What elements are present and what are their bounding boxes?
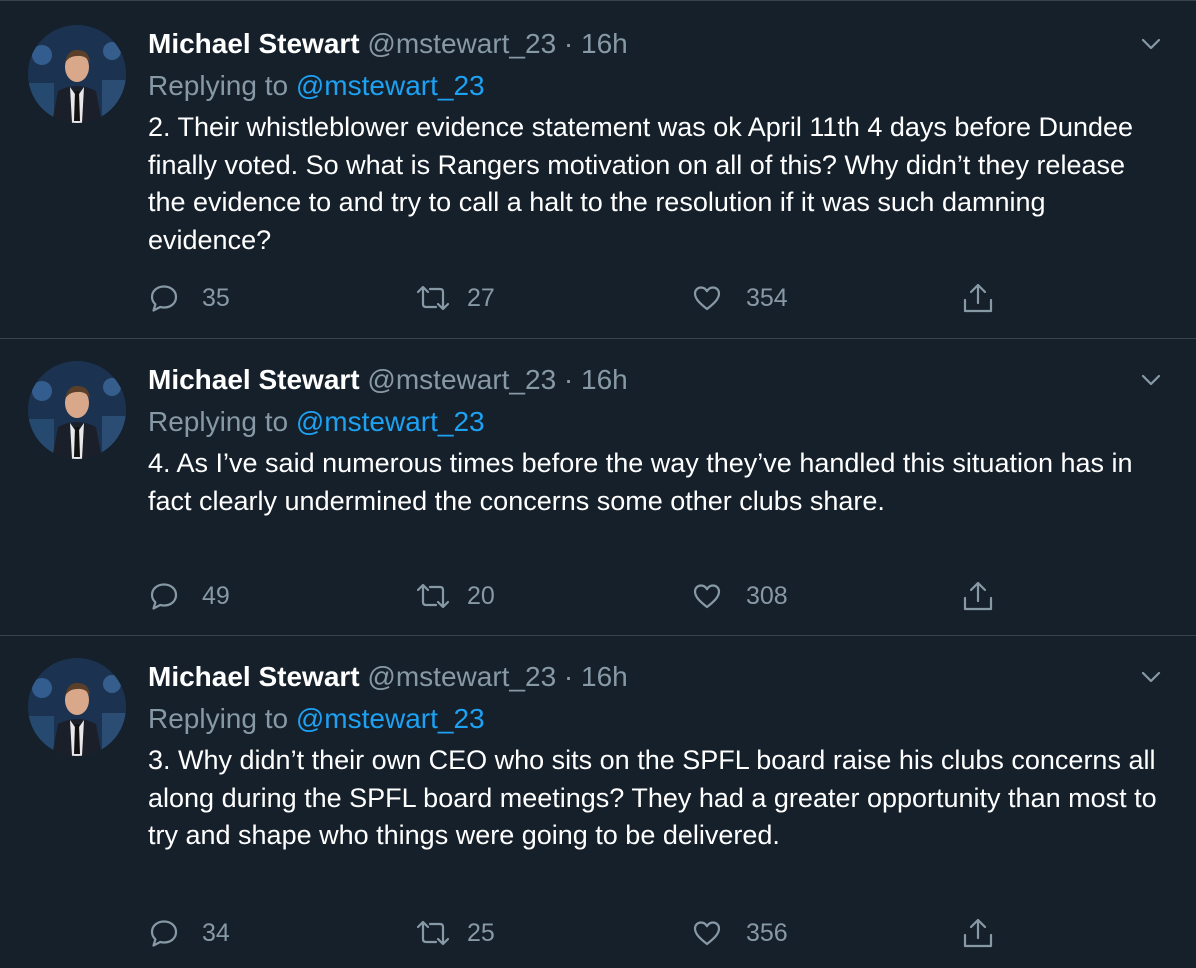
more-chevron-down-icon[interactable] [1140,666,1162,688]
replying-mention-link[interactable]: @mstewart_23 [296,70,485,101]
retweet-count: 20 [467,581,495,610]
like-button[interactable]: 354 [691,280,788,316]
reply-icon [148,917,180,949]
avatar[interactable] [28,361,126,459]
heart-icon [691,917,723,949]
reply-count: 34 [202,918,230,947]
share-button[interactable] [960,280,996,316]
tweet-header: Michael Stewart @mstewart_23 · 16h [148,362,628,398]
timestamp[interactable]: 16h [581,28,628,59]
timestamp[interactable]: 16h [581,661,628,692]
reply-icon [148,580,180,612]
reply-button[interactable]: 49 [148,578,230,614]
tweet[interactable]: Michael Stewart @mstewart_23 · 16h Reply… [0,339,1196,636]
replying-to: Replying to @mstewart_23 [148,404,485,440]
retweet-button[interactable]: 20 [415,578,495,614]
replying-mention-link[interactable]: @mstewart_23 [296,703,485,734]
like-button[interactable]: 356 [691,915,788,951]
tweet-header: Michael Stewart @mstewart_23 · 16h [148,659,628,695]
reply-count: 35 [202,283,230,312]
replying-to: Replying to @mstewart_23 [148,701,485,737]
tweet-text: 2. Their whistleblower evidence statemen… [148,112,1134,255]
share-icon [960,915,996,951]
author-handle[interactable]: @mstewart_23 [367,28,556,59]
replying-prefix: Replying to [148,406,289,437]
share-icon [960,578,996,614]
tweet[interactable]: Michael Stewart @mstewart_23 · 16h Reply… [0,636,1196,968]
tweet-actions: 34 25 356 [148,915,1008,951]
tweet[interactable]: Michael Stewart @mstewart_23 · 16h Reply… [0,1,1196,339]
replying-prefix: Replying to [148,70,289,101]
like-button[interactable]: 308 [691,578,788,614]
retweet-count: 25 [467,918,495,947]
author-name[interactable]: Michael Stewart [148,364,360,395]
reply-icon [148,282,180,314]
like-count: 354 [746,283,788,312]
retweet-icon [415,282,451,314]
share-button[interactable] [960,578,996,614]
separator-dot: · [563,661,574,692]
heart-icon [691,282,723,314]
reply-count: 49 [202,581,230,610]
tweet-text: 4. As I’ve said numerous times before th… [148,448,1133,516]
share-icon [960,280,996,316]
reply-button[interactable]: 34 [148,915,230,951]
tweet-actions: 49 20 308 [148,578,1008,614]
timestamp[interactable]: 16h [581,364,628,395]
author-name[interactable]: Michael Stewart [148,28,360,59]
retweet-icon [415,917,451,949]
tweet-header: Michael Stewart @mstewart_23 · 16h [148,26,628,62]
separator-dot: · [563,364,574,395]
tweet-text: 3. Why didn’t their own CEO who sits on … [148,745,1157,850]
replying-to: Replying to @mstewart_23 [148,68,485,104]
retweet-button[interactable]: 27 [415,280,495,316]
like-count: 308 [746,581,788,610]
tweet-actions: 35 27 354 [148,280,1008,316]
like-count: 356 [746,918,788,947]
share-button[interactable] [960,915,996,951]
avatar[interactable] [28,25,126,123]
separator-dot: · [563,28,574,59]
replying-prefix: Replying to [148,703,289,734]
more-chevron-down-icon[interactable] [1140,33,1162,55]
author-name[interactable]: Michael Stewart [148,661,360,692]
more-chevron-down-icon[interactable] [1140,369,1162,391]
reply-button[interactable]: 35 [148,280,230,316]
heart-icon [691,580,723,612]
avatar[interactable] [28,658,126,756]
author-handle[interactable]: @mstewart_23 [367,661,556,692]
retweet-button[interactable]: 25 [415,915,495,951]
retweet-count: 27 [467,283,495,312]
retweet-icon [415,580,451,612]
replying-mention-link[interactable]: @mstewart_23 [296,406,485,437]
author-handle[interactable]: @mstewart_23 [367,364,556,395]
